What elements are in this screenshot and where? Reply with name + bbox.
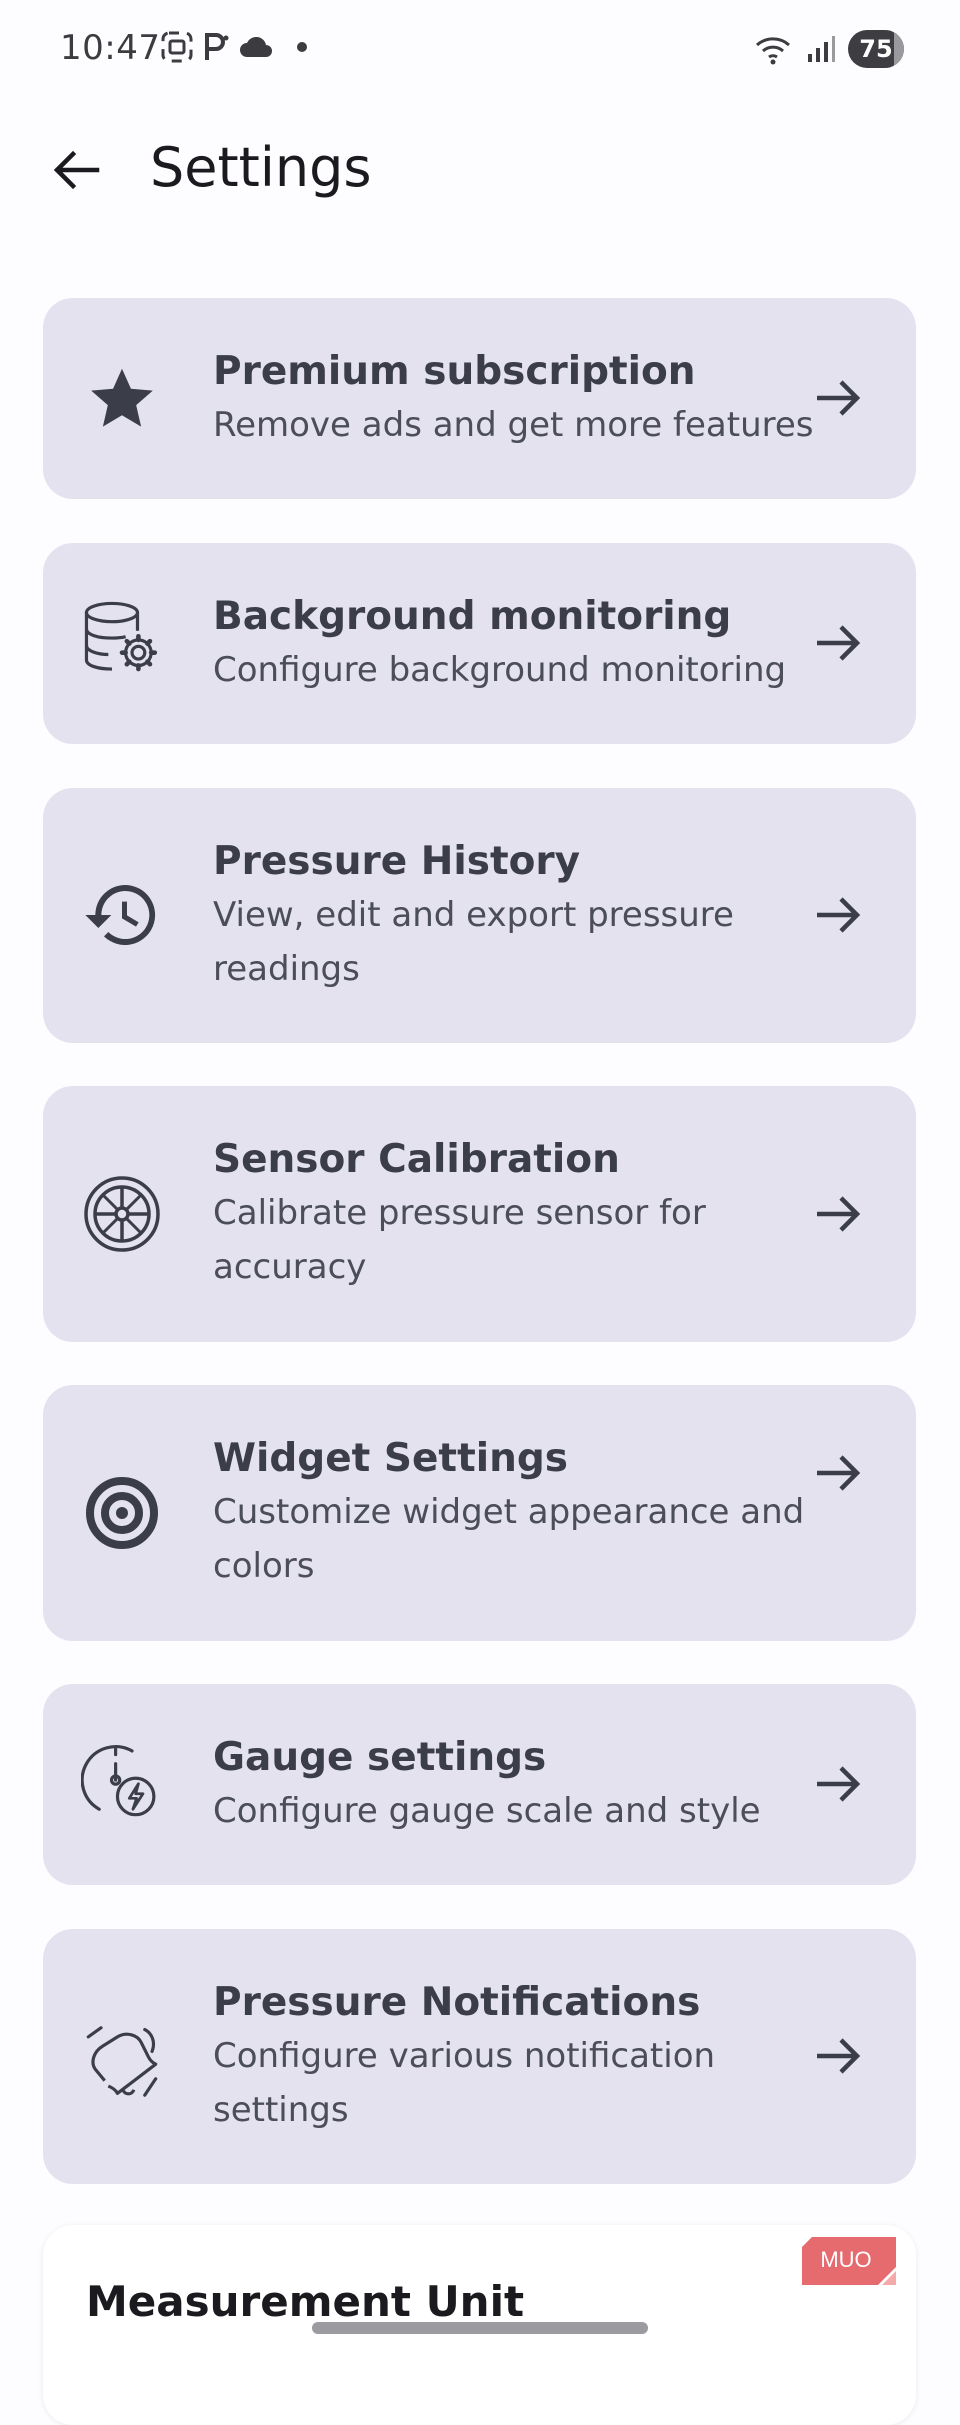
cloud-icon [240,36,272,57]
pressure-history-card[interactable]: Pressure History View, edit and export p… [43,788,916,1043]
arrow-back-icon [53,150,100,190]
card-subtitle: View, edit and export pressure readings [213,895,734,989]
card-title: Gauge settings [213,1735,547,1780]
home-indicator[interactable] [312,2322,648,2334]
back-button[interactable] [44,138,108,202]
card-title: Premium subscription [213,349,696,394]
widget-settings-card[interactable]: Widget Settings Customize widget appeara… [43,1385,916,1641]
measurement-unit-title: Measurement Unit [86,2277,525,2326]
star-icon [81,357,163,439]
page-title: Settings [150,136,372,199]
gauge-settings-card[interactable]: Gauge settings Configure gauge scale and… [43,1684,916,1885]
card-subtitle: Calibrate pressure sensor for accuracy [213,1193,706,1287]
card-title: Background monitoring [213,594,732,639]
dot-icon [297,42,307,52]
arrow-forward-icon [808,613,868,673]
status-time: 10:47 [60,28,161,68]
card-title: Pressure Notifications [213,1980,701,2025]
premium-subscription-card[interactable]: Premium subscription Remove ads and get … [43,298,916,499]
card-subtitle: Configure gauge scale and style [213,1791,761,1831]
status-icons-right: 75 [754,30,904,68]
target-icon [81,1472,163,1554]
sensor-calibration-card[interactable]: Sensor Calibration Calibrate pressure se… [43,1086,916,1342]
battery-level: 75 [859,35,893,63]
history-icon [81,874,163,956]
card-subtitle: Configure various notification settings [213,2036,716,2130]
card-title: Pressure History [213,839,581,884]
arrow-forward-icon [808,2026,868,2086]
app-bar: Settings [0,110,960,230]
crosshair-icon [81,1173,163,1255]
background-monitoring-card[interactable]: Background monitoring Configure backgrou… [43,543,916,744]
pressure-notifications-card[interactable]: Pressure Notifications Configure various… [43,1929,916,2184]
card-subtitle: Configure background monitoring [213,650,787,690]
card-subtitle: Customize widget appearance and colors [213,1492,805,1586]
status-bar: 10:47 75 [0,0,960,100]
arrow-forward-icon [808,1184,868,1244]
watermark-text: MUO [820,2247,871,2272]
signal-icon [808,36,835,62]
database-gear-icon [81,598,163,680]
status-icons-left [160,30,312,64]
bell-off-icon [81,2015,163,2097]
screenshot-icon [161,31,193,63]
wifi-icon [756,37,790,65]
gauge-bolt-icon [81,1740,163,1822]
arrow-forward-icon [808,1443,868,1503]
card-subtitle: Remove ads and get more features [213,405,814,445]
arrow-forward-icon [808,1754,868,1814]
parking-icon [205,33,229,60]
muo-watermark: MUO [802,2237,896,2285]
battery-icon: 75 [848,30,904,68]
card-title: Sensor Calibration [213,1137,620,1182]
arrow-forward-icon [808,885,868,945]
arrow-forward-icon [808,368,868,428]
card-title: Widget Settings [213,1436,568,1481]
